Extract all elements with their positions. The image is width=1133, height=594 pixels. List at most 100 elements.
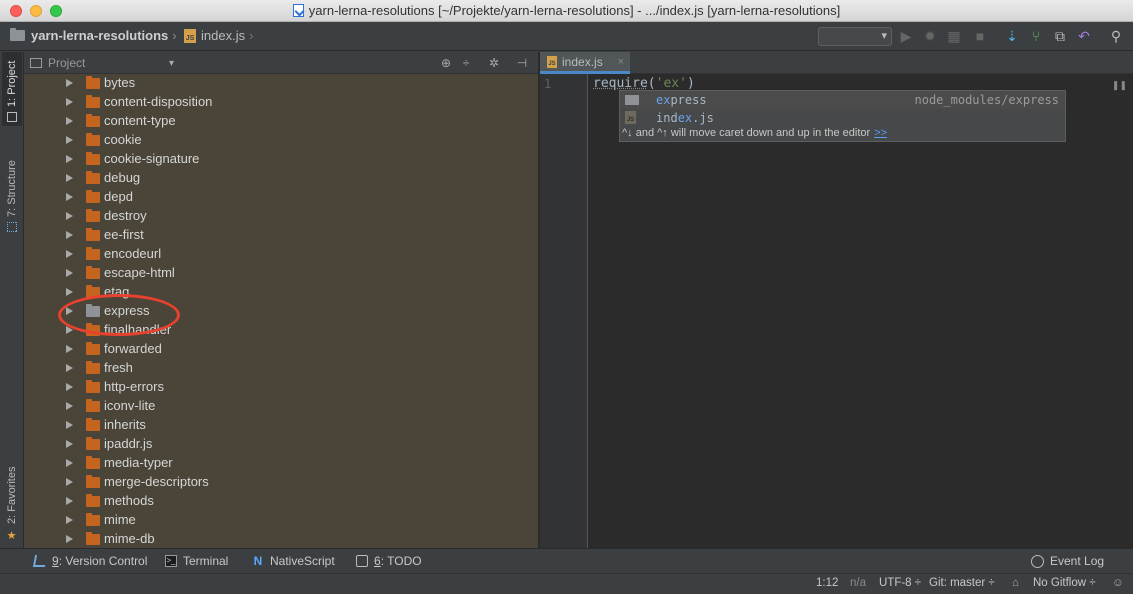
project-view-icon [30, 58, 42, 68]
folder-icon [86, 76, 100, 89]
tree-item-content-type[interactable]: content-type [24, 112, 538, 131]
expand-arrow-icon[interactable] [66, 98, 73, 106]
expand-arrow-icon[interactable] [66, 421, 73, 429]
tree-item-finalhandler[interactable]: finalhandler [24, 321, 538, 340]
expand-arrow-icon[interactable] [66, 155, 73, 163]
run-configuration-select[interactable] [818, 27, 892, 46]
breadcrumb-file[interactable]: JS index.js › [184, 28, 257, 43]
tab-project[interactable]: 1: Project [2, 52, 22, 126]
tree-item-fresh[interactable]: fresh [24, 359, 538, 378]
tree-item-mime-db[interactable]: mime-db [24, 530, 538, 548]
tree-item-label: bytes [104, 75, 136, 90]
expand-arrow-icon[interactable] [66, 478, 73, 486]
encoding-status[interactable]: UTF-8 ÷ [879, 577, 921, 589]
tree-item-methods[interactable]: methods [24, 492, 538, 511]
completion-item-express[interactable]: express node_modules/express [620, 91, 1065, 109]
hide-panel-icon[interactable]: ⊣ [514, 55, 530, 71]
expand-arrow-icon[interactable] [66, 307, 73, 315]
tab-todo[interactable]: 6: TODO [356, 554, 422, 568]
expand-arrow-icon[interactable] [66, 326, 73, 334]
expand-arrow-icon[interactable] [66, 231, 73, 239]
tab-structure[interactable]: 7: Structure [2, 144, 22, 236]
gear-icon[interactable]: ✲ [486, 55, 502, 71]
expand-arrow-icon[interactable] [66, 117, 73, 125]
tab-terminal[interactable]: >_ Terminal [165, 554, 228, 568]
vcs-update-icon[interactable]: ⇣ [1004, 28, 1020, 44]
caret-position[interactable]: 1:12 [816, 577, 838, 589]
tab-favorites[interactable]: ★ 2: Favorites [2, 458, 22, 544]
tree-item-escape-html[interactable]: escape-html [24, 264, 538, 283]
expand-arrow-icon[interactable] [66, 345, 73, 353]
tab-event-log[interactable]: Event Log [1031, 554, 1104, 568]
expand-arrow-icon[interactable] [66, 288, 73, 296]
window-title-container: yarn-lerna-resolutions [~/Projekte/yarn-… [0, 3, 1133, 18]
expand-arrow-icon[interactable] [66, 497, 73, 505]
tree-item-bytes[interactable]: bytes [24, 74, 538, 93]
terminal-label: Terminal [183, 554, 229, 568]
expand-arrow-icon[interactable] [66, 459, 73, 467]
tree-item-ee-first[interactable]: ee-first [24, 226, 538, 245]
tab-index-js[interactable]: JS index.js × [540, 52, 630, 74]
memory-indicator-icon[interactable]: ☺ [1112, 577, 1124, 589]
expand-arrow-icon[interactable] [66, 516, 73, 524]
tree-item-etag[interactable]: etag [24, 283, 538, 302]
tree-item-http-errors[interactable]: http-errors [24, 378, 538, 397]
coverage-icon[interactable]: ▦ [946, 28, 962, 44]
tool-window-bar: 9: Version Control >_ Terminal N NativeS… [0, 548, 1133, 573]
tab-nativescript[interactable]: N NativeScript [252, 554, 335, 568]
expand-arrow-icon[interactable] [66, 212, 73, 220]
tree-item-iconv-lite[interactable]: iconv-lite [24, 397, 538, 416]
vcs-revert-icon[interactable]: ↶ [1076, 28, 1092, 44]
tree-item-depd[interactable]: depd [24, 188, 538, 207]
debug-icon[interactable]: ✹ [922, 28, 938, 44]
git-branch-status[interactable]: Git: master ÷ [929, 577, 995, 589]
expand-arrow-icon[interactable] [66, 440, 73, 448]
tree-item-encodeurl[interactable]: encodeurl [24, 245, 538, 264]
tree-item-inherits[interactable]: inherits [24, 416, 538, 435]
tree-item-content-disposition[interactable]: content-disposition [24, 93, 538, 112]
folder-icon [86, 342, 100, 355]
tree-item-merge-descriptors[interactable]: merge-descriptors [24, 473, 538, 492]
tree-item-media-typer[interactable]: media-typer [24, 454, 538, 473]
gitflow-status[interactable]: No Gitflow ÷ [1033, 577, 1096, 589]
expand-arrow-icon[interactable] [66, 364, 73, 372]
tree-item-cookie-signature[interactable]: cookie-signature [24, 150, 538, 169]
tree-item-destroy[interactable]: destroy [24, 207, 538, 226]
locate-icon[interactable]: ⊕ [438, 55, 454, 71]
expand-arrow-icon[interactable] [66, 535, 73, 543]
expand-arrow-icon[interactable] [66, 193, 73, 201]
event-log-label: Event Log [1050, 554, 1105, 568]
line-separator-status[interactable]: n/a [850, 577, 866, 589]
expand-arrow-icon[interactable] [66, 269, 73, 277]
close-tab-icon[interactable]: × [618, 56, 624, 68]
tree-item-express[interactable]: express [24, 302, 538, 321]
expand-arrow-icon[interactable] [66, 79, 73, 87]
error-stripe-marker[interactable]: ❚❚ [1112, 80, 1127, 91]
completion-item-index-js[interactable]: JS index.js [620, 109, 1065, 127]
code-line[interactable]: require('ex') [593, 76, 695, 91]
tree-item-ipaddr-js[interactable]: ipaddr.js [24, 435, 538, 454]
tree-item-debug[interactable]: debug [24, 169, 538, 188]
vcs-compare-icon[interactable]: ⧉ [1052, 28, 1068, 44]
collapse-all-icon[interactable]: ÷ [458, 55, 474, 71]
expand-arrow-icon[interactable] [66, 174, 73, 182]
breadcrumb-project-label: yarn-lerna-resolutions [31, 28, 169, 43]
completion-hint-link[interactable]: >> [874, 127, 887, 139]
search-icon[interactable]: ⚲ [1108, 28, 1124, 44]
expand-arrow-icon[interactable] [66, 136, 73, 144]
run-icon[interactable]: ▶ [898, 28, 914, 44]
tree-item-mime[interactable]: mime [24, 511, 538, 530]
project-view-select[interactable]: Project ▾ [30, 55, 174, 71]
folder-icon [86, 133, 100, 146]
tab-version-control[interactable]: 9: Version Control [32, 554, 147, 568]
expand-arrow-icon[interactable] [66, 402, 73, 410]
lock-icon[interactable]: ⌂ [1012, 577, 1019, 589]
completion-item-type: node_modules/express [914, 93, 1060, 107]
vcs-commit-icon[interactable]: ⑂ [1028, 28, 1044, 44]
tree-item-forwarded[interactable]: forwarded [24, 340, 538, 359]
expand-arrow-icon[interactable] [66, 250, 73, 258]
stop-icon[interactable]: ■ [972, 28, 988, 44]
tree-item-cookie[interactable]: cookie [24, 131, 538, 150]
expand-arrow-icon[interactable] [66, 383, 73, 391]
breadcrumb-project[interactable]: yarn-lerna-resolutions › [10, 28, 181, 43]
